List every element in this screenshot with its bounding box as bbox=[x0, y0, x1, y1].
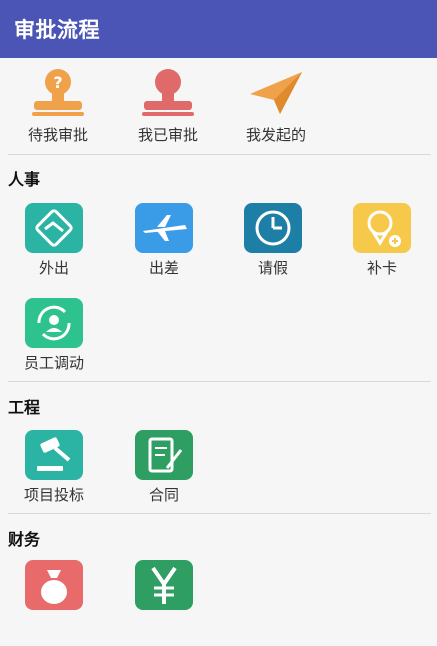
divider bbox=[8, 381, 431, 382]
business-trip-button[interactable]: 出差 bbox=[122, 203, 206, 289]
finance-money-button[interactable] bbox=[12, 560, 96, 646]
contract-edit-icon bbox=[135, 430, 193, 480]
handshake-icon bbox=[25, 203, 83, 253]
contract-label: 合同 bbox=[148, 486, 179, 504]
approved-by-me-button[interactable]: 我已审批 bbox=[118, 68, 218, 148]
section-title-engineering: 工程 bbox=[8, 398, 41, 417]
approved-by-me-label: 我已审批 bbox=[137, 126, 198, 144]
employee-transfer-button[interactable]: 员工调动 bbox=[12, 298, 96, 384]
project-bidding-button[interactable]: 项目投标 bbox=[12, 430, 96, 516]
initiated-by-me-button[interactable]: 我发起的 bbox=[226, 68, 326, 148]
pending-approval-stamp-icon: ? bbox=[26, 68, 90, 118]
pending-approval-button[interactable]: ? 待我审批 bbox=[8, 68, 108, 148]
page-title: 审批流程 bbox=[14, 18, 100, 42]
contract-button[interactable]: 合同 bbox=[122, 430, 206, 516]
employee-transfer-label: 员工调动 bbox=[23, 354, 84, 372]
employee-transfer-icon bbox=[25, 298, 83, 348]
divider bbox=[8, 154, 431, 155]
business-trip-label: 出差 bbox=[148, 259, 179, 277]
money-bag-icon bbox=[25, 560, 83, 610]
svg-text:?: ? bbox=[53, 73, 62, 92]
go-out-button[interactable]: 外出 bbox=[12, 203, 96, 289]
yen-icon bbox=[135, 560, 193, 610]
divider bbox=[8, 513, 431, 514]
quick-actions-row: ? 待我审批 我已审批 我发起的 bbox=[0, 58, 437, 154]
auction-gavel-icon bbox=[25, 430, 83, 480]
airplane-icon bbox=[135, 203, 193, 253]
approved-stamp-icon bbox=[136, 68, 200, 118]
app-bar: 审批流程 bbox=[0, 0, 437, 58]
clock-icon bbox=[244, 203, 302, 253]
project-bidding-label: 项目投标 bbox=[23, 486, 84, 504]
go-out-label: 外出 bbox=[38, 259, 69, 277]
clock-in-fix-button[interactable]: 补卡 bbox=[340, 203, 424, 289]
initiated-by-me-label: 我发起的 bbox=[245, 126, 306, 144]
location-pin-icon bbox=[353, 203, 411, 253]
pending-approval-label: 待我审批 bbox=[27, 126, 88, 144]
clock-in-fix-label: 补卡 bbox=[366, 259, 397, 277]
leave-button[interactable]: 请假 bbox=[231, 203, 315, 289]
section-title-finance: 财务 bbox=[8, 530, 41, 549]
leave-label: 请假 bbox=[257, 259, 288, 277]
finance-yen-button[interactable] bbox=[122, 560, 206, 646]
section-title-hr: 人事 bbox=[8, 170, 41, 189]
paper-plane-icon bbox=[244, 68, 308, 118]
